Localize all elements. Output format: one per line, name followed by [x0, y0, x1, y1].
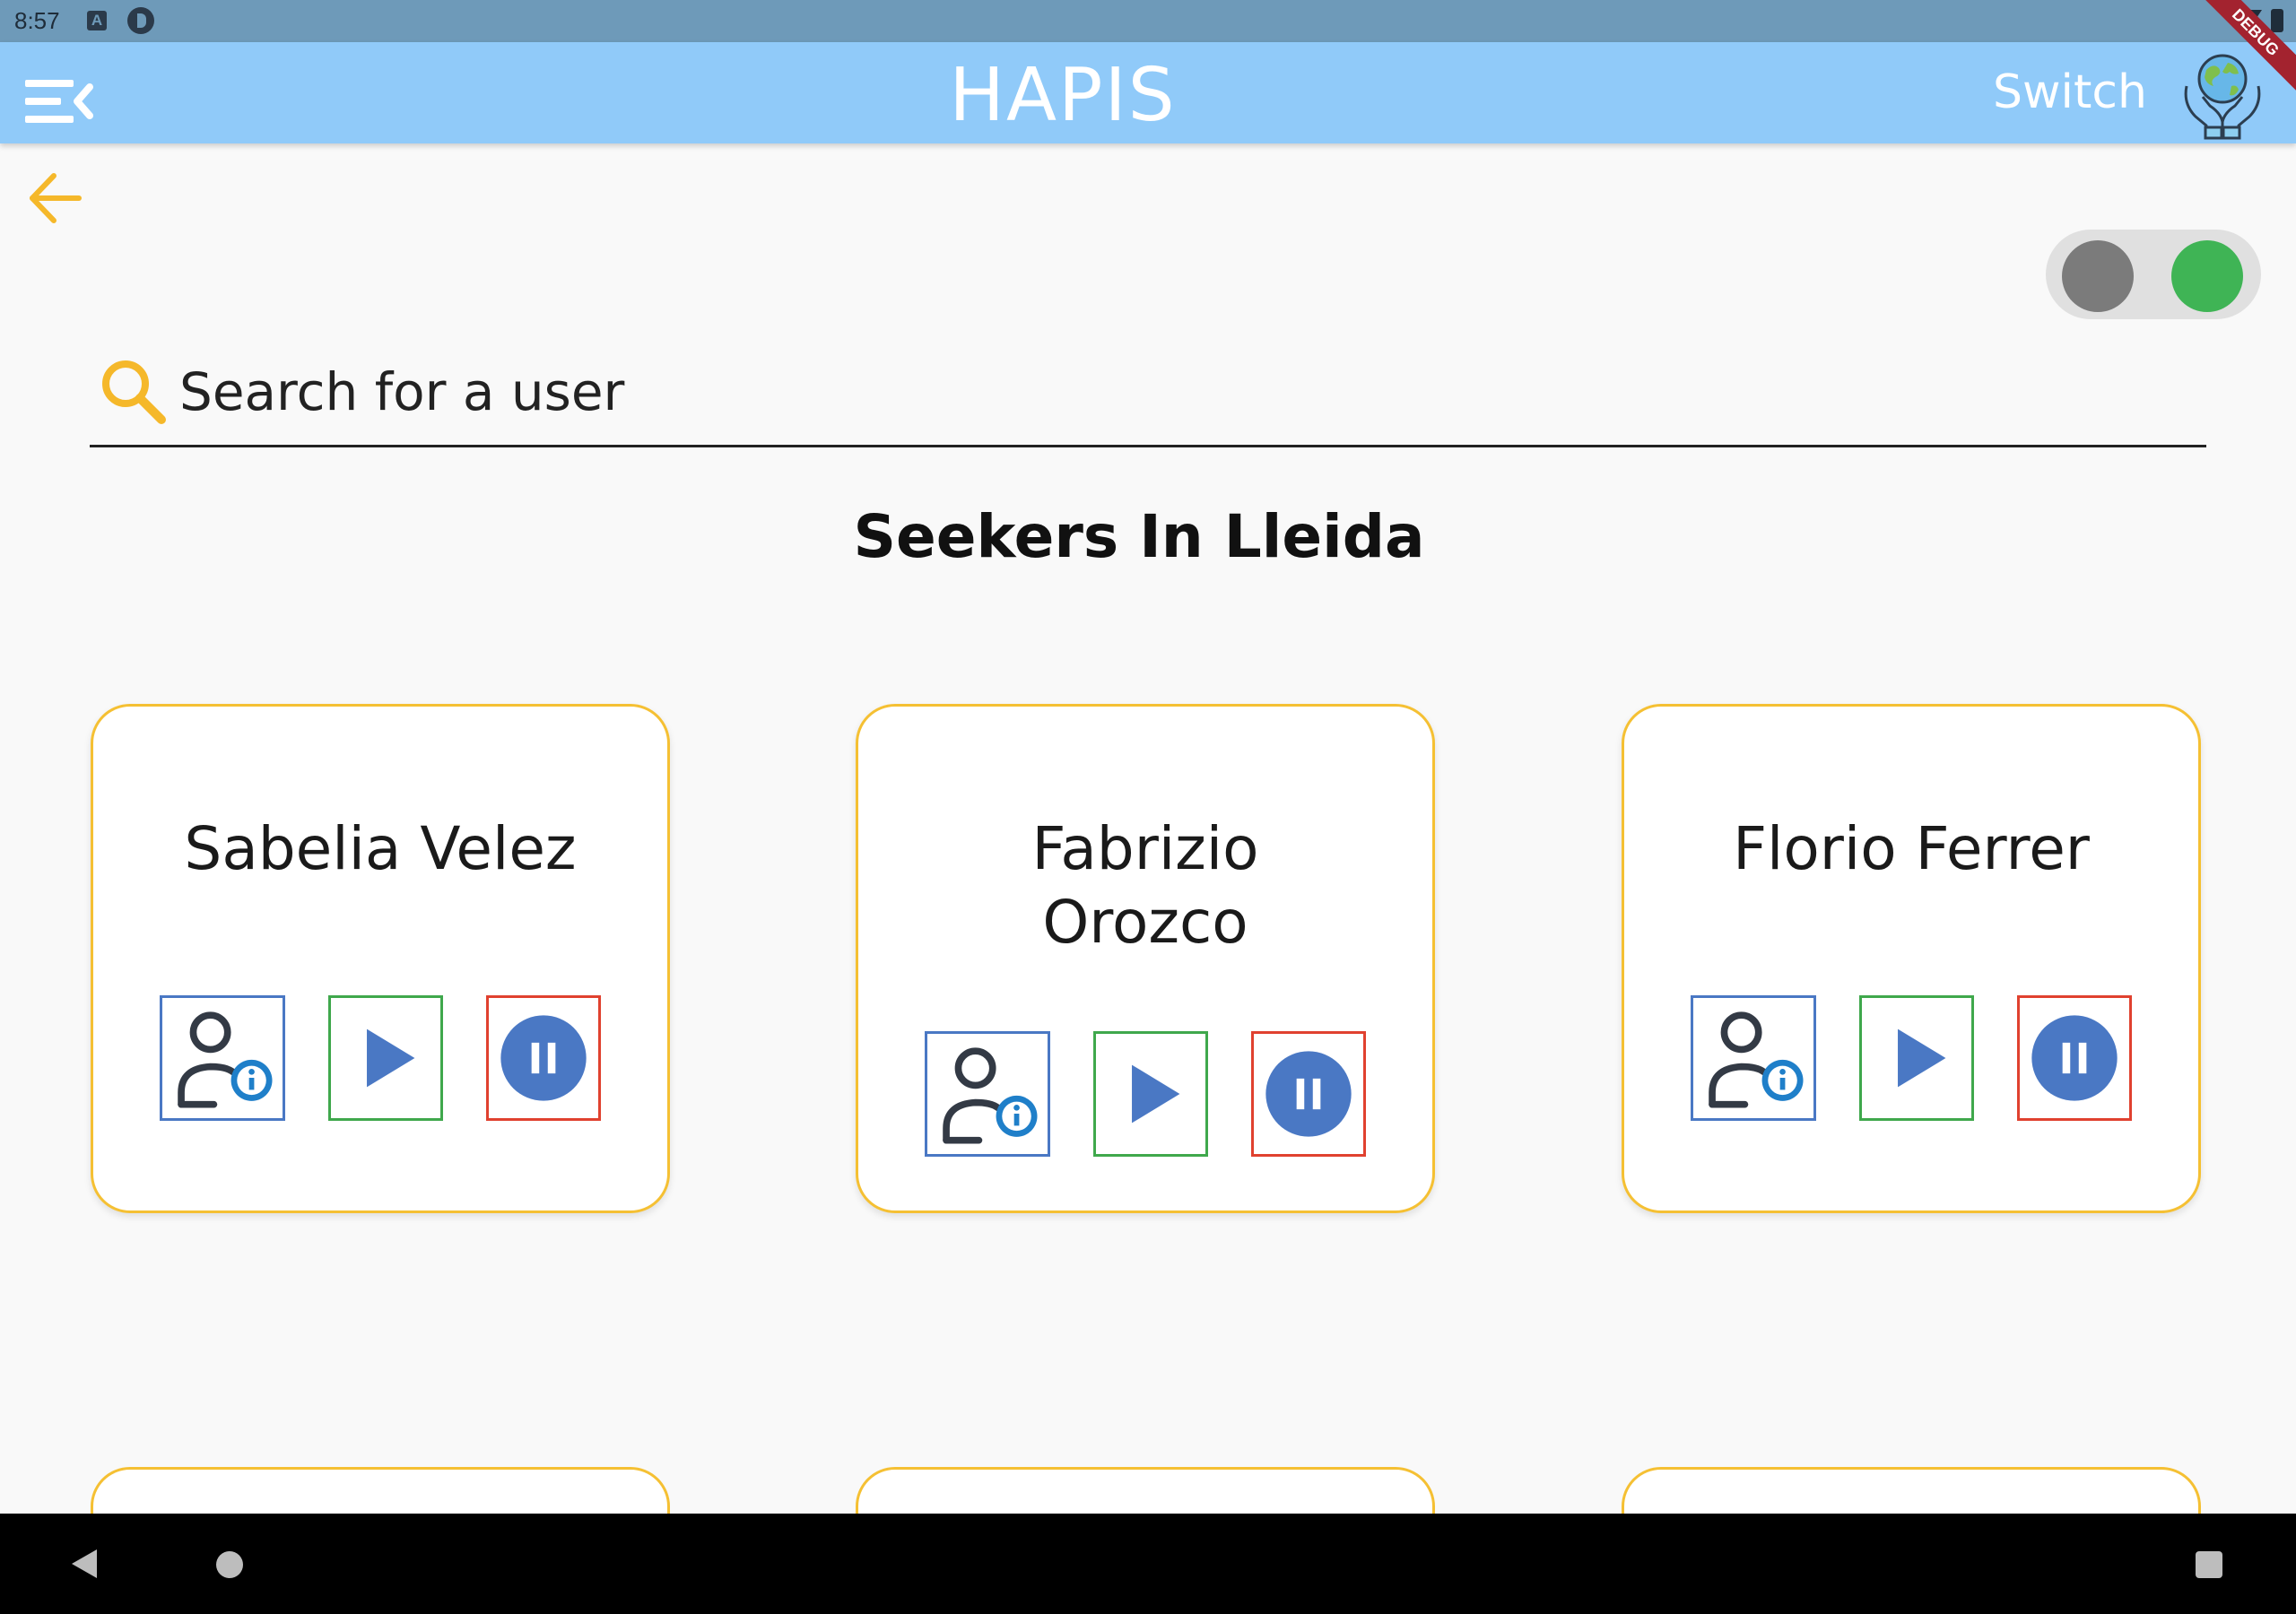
- user-info-button[interactable]: [160, 995, 285, 1121]
- user-info-icon: [178, 1011, 273, 1108]
- play-icon: [367, 1028, 415, 1088]
- app-bar: HAPIS Switch: [0, 42, 2296, 143]
- play-icon: [1132, 1064, 1180, 1124]
- user-info-icon: [943, 1047, 1038, 1144]
- card-actions: [1624, 995, 2198, 1121]
- system-nav-bar: [0, 1514, 2296, 1614]
- seeker-card: Sabelia Velez: [91, 704, 670, 1213]
- user-info-button[interactable]: [1691, 995, 1816, 1121]
- search-icon: [102, 360, 166, 424]
- play-button[interactable]: [1093, 1031, 1208, 1157]
- nav-home-icon[interactable]: [216, 1551, 243, 1578]
- user-info-button[interactable]: [925, 1031, 1050, 1157]
- seeker-name: Sabelia Velez: [184, 814, 577, 883]
- search-input[interactable]: [179, 360, 2152, 423]
- seeker-name-line: Orozco: [1042, 888, 1248, 957]
- card-actions: [93, 995, 667, 1121]
- status-bar: 8:57 A: [0, 0, 2296, 42]
- nav-back-icon[interactable]: [72, 1549, 97, 1578]
- user-info-icon: [1709, 1011, 1804, 1108]
- battery-icon: [2271, 9, 2283, 32]
- nav-recents-icon[interactable]: [2196, 1551, 2222, 1578]
- toggle-off-knob[interactable]: [2062, 240, 2134, 312]
- play-icon: [1898, 1028, 1946, 1088]
- pause-icon: [1265, 1051, 1352, 1137]
- search-bar: [90, 350, 2206, 447]
- pause-icon: [500, 1015, 587, 1101]
- play-button[interactable]: [1859, 995, 1974, 1121]
- seeker-card: Florio Ferrer: [1622, 704, 2201, 1213]
- play-button[interactable]: [328, 995, 443, 1121]
- notification-a-icon: A: [87, 11, 107, 30]
- hands-globe-icon: [2184, 54, 2261, 140]
- seeker-name: Florio Ferrer: [1733, 814, 2090, 883]
- pause-button[interactable]: [1251, 1031, 1366, 1157]
- pause-button[interactable]: [2017, 995, 2132, 1121]
- availability-toggle[interactable]: [2046, 230, 2261, 319]
- status-time: 8:57: [14, 7, 60, 34]
- back-arrow-icon[interactable]: [25, 169, 84, 228]
- seeker-card: Fabrizio Orozco: [856, 704, 1435, 1213]
- section-title: Seekers In Lleida: [853, 502, 1425, 571]
- card-actions: [858, 1031, 1432, 1157]
- seeker-name: Fabrizio Orozco: [894, 812, 1396, 959]
- pause-button[interactable]: [486, 995, 601, 1121]
- toggle-on-knob[interactable]: [2171, 240, 2243, 312]
- notification-p-icon: [127, 7, 154, 34]
- pause-icon: [2031, 1015, 2118, 1101]
- app-title: HAPIS: [949, 53, 1177, 138]
- switch-button[interactable]: Switch: [1993, 65, 2147, 119]
- seeker-name-line: Fabrizio: [1031, 814, 1259, 883]
